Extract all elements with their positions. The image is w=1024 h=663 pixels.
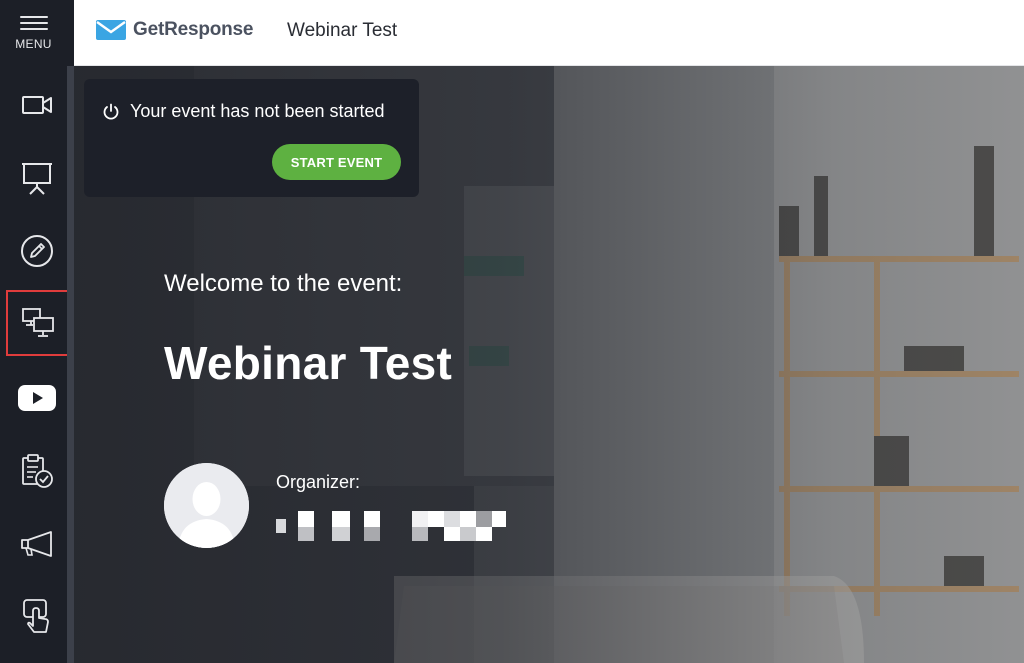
hand-touch-icon [22,599,49,633]
presentation-board-icon [21,163,52,195]
sidebar-item-presentation[interactable] [6,147,67,209]
menu-button[interactable]: MENU [0,0,67,66]
sidebar-item-whiteboard[interactable] [6,220,67,282]
pixelated-name-image [276,511,506,541]
hamburger-icon [19,15,48,30]
organizer-label: Organizer: [276,472,361,492]
brand-name: GetResponse [133,19,254,40]
event-status-panel: Your event has not been started START EV… [84,79,419,197]
event-status-text: Your event has not been started [130,101,385,121]
screen-share-icon [22,308,54,337]
menu-label: MENU [15,36,52,51]
envelope-logo-icon [96,20,126,40]
brand-logo[interactable]: GetResponse [96,19,253,41]
page-title: Webinar Test [287,20,398,41]
sidebar: MENU [0,0,74,663]
welcome-text: Welcome to the event: [164,270,403,297]
organizer-name-redacted [276,511,526,543]
sidebar-item-tests[interactable] [6,440,67,502]
organizer-avatar [164,463,249,548]
sidebar-scrollbar[interactable] [67,66,74,663]
video-camera-icon [21,96,52,114]
user-silhouette-icon [164,463,249,548]
pencil-icon [20,235,53,267]
sidebar-item-video[interactable] [6,367,67,429]
event-stage: Your event has not been started START EV… [74,66,1024,663]
clipboard-check-icon [21,454,53,488]
sidebar-item-interactions[interactable] [6,586,67,648]
power-icon [103,103,119,120]
youtube-icon [17,385,56,411]
start-event-button[interactable]: START EVENT [272,144,401,180]
sidebar-item-screen-sharing[interactable] [6,290,70,356]
top-bar: GetResponse Webinar Test [74,0,1024,66]
sidebar-item-camera[interactable] [6,74,67,136]
sidebar-item-call-to-action[interactable] [6,513,67,575]
megaphone-icon [20,531,52,557]
event-title: Webinar Test [164,337,453,389]
